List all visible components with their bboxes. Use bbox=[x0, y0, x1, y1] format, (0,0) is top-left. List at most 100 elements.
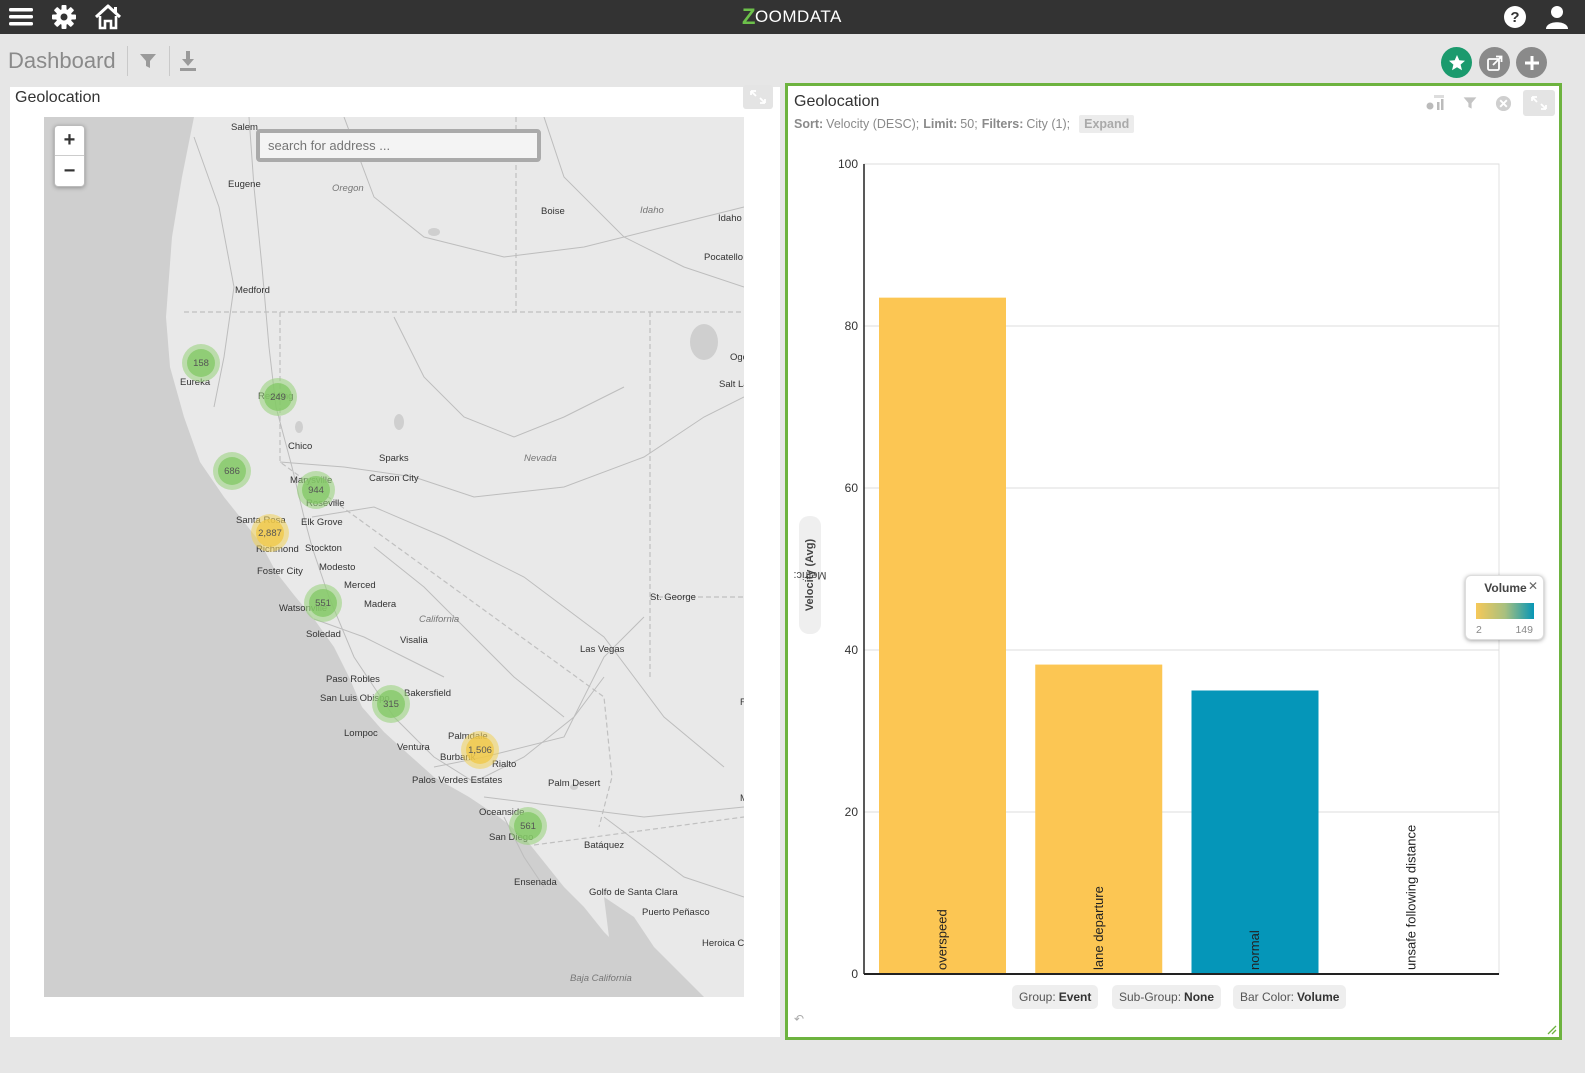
place-label: Salem bbox=[231, 122, 258, 133]
bar-category-label: normal bbox=[1247, 930, 1262, 970]
star-icon bbox=[1448, 54, 1465, 70]
undo-icon[interactable]: ↶ bbox=[794, 1012, 804, 1026]
cluster-count: 315 bbox=[377, 690, 405, 718]
zoom-control: + − bbox=[54, 125, 85, 187]
place-label: Heroica Ca bbox=[702, 938, 744, 949]
cluster-marker[interactable]: 158 bbox=[182, 344, 220, 382]
place-label: Soledad bbox=[306, 629, 341, 640]
legend-gradient bbox=[1476, 603, 1534, 619]
add-button[interactable] bbox=[1516, 47, 1547, 78]
cluster-marker[interactable]: 561 bbox=[509, 807, 547, 845]
group-selector[interactable]: Group: Event bbox=[1012, 985, 1099, 1009]
cluster-count: 249 bbox=[264, 383, 292, 411]
y-tick-label: 20 bbox=[845, 805, 859, 819]
place-label: Visalia bbox=[400, 635, 428, 646]
resize-handle-icon[interactable] bbox=[1545, 1023, 1557, 1035]
legend-max: 149 bbox=[1515, 624, 1533, 636]
place-label: Paso Robles bbox=[326, 674, 380, 685]
y-tick-label: 40 bbox=[845, 643, 859, 657]
metric-selector[interactable]: Metric: Velocity (Avg) bbox=[794, 516, 827, 634]
metric-prefix: Metric: bbox=[793, 569, 827, 581]
place-label: Oregon bbox=[332, 183, 364, 194]
place-label: Carson City bbox=[369, 473, 419, 484]
place-label: Medford bbox=[235, 285, 270, 296]
cluster-marker[interactable]: 1,506 bbox=[461, 731, 499, 769]
divider bbox=[169, 46, 170, 76]
address-search-input[interactable] bbox=[256, 129, 541, 162]
place-label: Palm Desert bbox=[548, 778, 601, 789]
place-label: Ogo bbox=[730, 352, 744, 363]
bar[interactable] bbox=[879, 297, 1006, 974]
svg-text:?: ? bbox=[1510, 9, 1519, 26]
y-tick-label: 60 bbox=[845, 481, 859, 495]
map-view[interactable]: + − Salem Eugene Oregon Boise Idaho Idaho F Po… bbox=[44, 117, 744, 997]
place-label: California bbox=[419, 614, 460, 625]
zoom-out-button[interactable]: − bbox=[55, 156, 84, 186]
place-label: Chico bbox=[288, 441, 313, 452]
bar-color-value: Volume bbox=[1297, 990, 1340, 1004]
bar-category-label: unsafe following distance bbox=[1403, 825, 1418, 970]
dashboard-title: Dashboard bbox=[8, 48, 116, 73]
place-label: F bbox=[740, 697, 744, 708]
cluster-count: 944 bbox=[302, 476, 330, 504]
cluster-marker[interactable]: 686 bbox=[213, 452, 251, 490]
bar-color-label: Bar Color: bbox=[1240, 990, 1295, 1004]
menu-icon[interactable] bbox=[6, 0, 36, 34]
help-icon[interactable]: ? bbox=[1500, 0, 1530, 34]
expand-icon[interactable] bbox=[743, 85, 773, 109]
place-label: Sparks bbox=[379, 453, 409, 464]
dashboard-bar: Dashboard bbox=[0, 36, 1585, 86]
y-tick-label: 80 bbox=[845, 319, 859, 333]
bar-category-label: overspeed bbox=[935, 909, 950, 970]
cluster-marker[interactable]: 944 bbox=[297, 471, 335, 509]
map-tiles bbox=[44, 117, 744, 997]
place-label: Eugene bbox=[228, 179, 261, 190]
place-label: Puerto Peñasco bbox=[642, 907, 710, 918]
place-label: Idaho bbox=[640, 205, 664, 216]
cluster-count: 561 bbox=[514, 812, 542, 840]
filter-icon[interactable] bbox=[135, 48, 161, 74]
legend-close-icon[interactable]: ✕ bbox=[1528, 579, 1538, 593]
place-label: Modesto bbox=[319, 562, 356, 573]
cluster-count: 158 bbox=[187, 349, 215, 377]
place-label: Idaho F bbox=[718, 213, 744, 224]
place-label: Batáquez bbox=[584, 840, 625, 851]
footer-strip bbox=[0, 1040, 1585, 1073]
place-label: Palos Verdes Estates bbox=[412, 775, 503, 786]
place-label: Madera bbox=[364, 599, 397, 610]
group-value: Event bbox=[1058, 990, 1092, 1004]
place-label: Baja California bbox=[570, 973, 632, 984]
cluster-count: 686 bbox=[218, 457, 246, 485]
place-label: M bbox=[740, 793, 744, 804]
download-icon[interactable] bbox=[175, 48, 201, 74]
place-label: Elk Grove bbox=[301, 517, 343, 528]
gear-icon[interactable] bbox=[48, 0, 80, 34]
cluster-marker[interactable]: 2,887 bbox=[251, 514, 289, 552]
subgroup-selector[interactable]: Sub-Group: None bbox=[1112, 985, 1222, 1009]
chart-panel: Geolocation Sort: Velocity (DESC); Limit… bbox=[785, 83, 1562, 1040]
legend-min: 2 bbox=[1476, 624, 1482, 636]
cluster-marker[interactable]: 551 bbox=[304, 584, 342, 622]
bar-chart: 0 20 40 60 80 100 overspeed lane departure norma… bbox=[838, 157, 1500, 981]
cluster-count: 551 bbox=[309, 589, 337, 617]
share-button[interactable] bbox=[1479, 47, 1510, 78]
zoom-in-button[interactable]: + bbox=[55, 126, 84, 156]
place-label: Stockton bbox=[305, 543, 342, 554]
place-label: Merced bbox=[344, 580, 376, 591]
subgroup-label: Sub-Group: bbox=[1119, 990, 1182, 1004]
y-tick-label: 0 bbox=[851, 967, 858, 981]
place-label: St. George bbox=[650, 592, 696, 603]
cluster-marker[interactable]: 315 bbox=[372, 685, 410, 723]
place-label: Bakersfield bbox=[404, 688, 451, 699]
group-label: Group: bbox=[1019, 990, 1056, 1004]
place-label: Pocatello bbox=[704, 252, 744, 263]
home-icon[interactable] bbox=[92, 0, 124, 34]
cluster-marker[interactable]: 249 bbox=[259, 378, 297, 416]
place-label: Ensenada bbox=[514, 877, 557, 888]
bar-color-selector[interactable]: Bar Color: Volume bbox=[1233, 985, 1347, 1009]
cluster-count: 1,506 bbox=[466, 736, 494, 764]
app-logo: Z OOMDATA bbox=[742, 0, 842, 34]
place-label: Golfo de Santa Clara bbox=[589, 887, 678, 898]
user-icon[interactable] bbox=[1542, 0, 1572, 34]
star-button[interactable] bbox=[1441, 47, 1472, 78]
